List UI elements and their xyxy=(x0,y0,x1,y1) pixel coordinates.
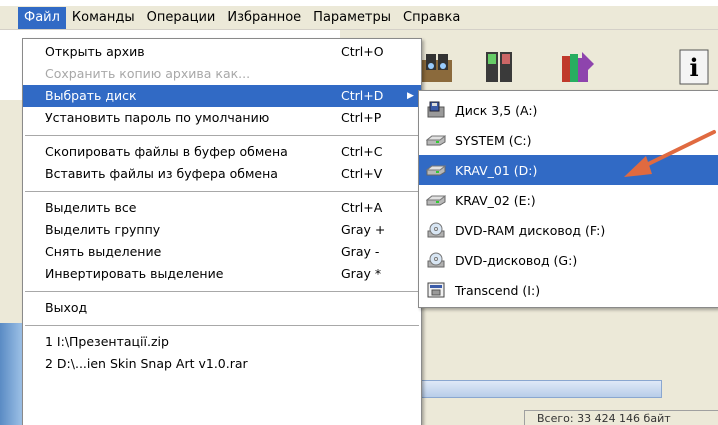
menu-separator xyxy=(25,291,419,292)
menu-file[interactable]: Файл xyxy=(18,6,66,29)
floppy-drive-icon xyxy=(425,101,447,119)
menu-item-set-password[interactable]: Установить пароль по умолчанию Ctrl+P xyxy=(23,107,421,129)
menu-item-label: 2 D:\...ien Skin Snap Art v1.0.rar xyxy=(45,356,248,371)
submenu-arrow-icon: ▶ xyxy=(407,91,414,101)
submenu-item-drive-g[interactable]: DVD-дисковод (G:) xyxy=(419,245,718,275)
submenu-item-label: Диск 3,5 (A:) xyxy=(455,102,538,118)
submenu-item-drive-a[interactable]: Диск 3,5 (A:) xyxy=(419,95,718,125)
svg-text:i: i xyxy=(689,53,698,82)
extract-icon[interactable] xyxy=(418,46,456,86)
menu-item-copy-to-clipboard[interactable]: Скопировать файлы в буфер обмена Ctrl+C xyxy=(23,141,421,163)
menu-item-shortcut: Ctrl+D xyxy=(341,88,384,103)
menu-item-label: Сохранить копию архива как... xyxy=(45,66,251,81)
menu-operations[interactable]: Операции xyxy=(141,7,222,29)
submenu-item-label: KRAV_01 (D:) xyxy=(455,162,538,178)
menu-item-label: Инвертировать выделение xyxy=(45,266,224,281)
menu-options[interactable]: Параметры xyxy=(307,7,397,29)
submenu-item-drive-i[interactable]: Transcend (I:) xyxy=(419,275,718,305)
hard-drive-icon xyxy=(425,161,447,179)
menu-item-invert-selection[interactable]: Инвертировать выделение Gray * xyxy=(23,263,421,285)
menu-item-exit[interactable]: Выход xyxy=(23,297,421,319)
submenu-item-label: Transcend (I:) xyxy=(455,282,541,298)
menu-item-deselect[interactable]: Снять выделение Gray - xyxy=(23,241,421,263)
dvd-drive-icon xyxy=(425,221,447,239)
annotation-arrow-icon xyxy=(624,130,716,177)
menu-item-shortcut: Gray * xyxy=(341,266,382,281)
submenu-item-label: SYSTEM (C:) xyxy=(455,132,532,148)
submenu-item-label: DVD-RAM дисковод (F:) xyxy=(455,222,606,238)
menu-item-label: Выход xyxy=(45,300,88,315)
file-menu: Открыть архив Ctrl+O Сохранить копию арх… xyxy=(22,38,422,425)
submenu-item-label: DVD-дисковод (G:) xyxy=(455,252,578,268)
menu-item-shortcut: Ctrl+C xyxy=(341,144,383,159)
menu-item-open-archive[interactable]: Открыть архив Ctrl+O xyxy=(23,41,421,63)
menu-commands[interactable]: Команды xyxy=(66,7,141,29)
status-bar: Всего: 33 424 146 байт xyxy=(524,410,718,425)
view-icon[interactable] xyxy=(480,46,518,86)
menu-item-select-group[interactable]: Выделить группу Gray + xyxy=(23,219,421,241)
menu-bar: Файл Команды Операции Избранное Параметр… xyxy=(0,0,718,30)
menu-item-paste-from-clipboard[interactable]: Вставить файлы из буфера обмена Ctrl+V xyxy=(23,163,421,185)
menu-item-shortcut: Ctrl+P xyxy=(341,110,382,125)
hard-drive-icon xyxy=(425,191,447,209)
menu-separator xyxy=(25,135,419,136)
menu-item-recent-2[interactable]: 2 D:\...ien Skin Snap Art v1.0.rar xyxy=(23,353,421,375)
dvd-drive-icon xyxy=(425,251,447,269)
menu-item-label: Открыть архив xyxy=(45,44,145,59)
menu-separator xyxy=(25,325,419,326)
menu-item-shortcut: Ctrl+O xyxy=(341,44,384,59)
menu-item-recent-1[interactable]: 1 I:\Презентації.zip xyxy=(23,331,421,353)
submenu-item-drive-f[interactable]: DVD-RAM дисковод (F:) xyxy=(419,215,718,245)
submenu-item-label: KRAV_02 (E:) xyxy=(455,192,536,208)
menu-separator xyxy=(25,191,419,192)
progress-bar xyxy=(390,380,662,398)
menu-item-shortcut: Ctrl+V xyxy=(341,166,383,181)
menu-item-label: 1 I:\Презентації.zip xyxy=(45,334,169,349)
removable-drive-icon xyxy=(425,281,447,299)
menu-item-shortcut: Ctrl+A xyxy=(341,200,383,215)
menu-favorites[interactable]: Избранное xyxy=(221,7,307,29)
menu-item-label: Выделить все xyxy=(45,200,137,215)
menu-item-label: Установить пароль по умолчанию xyxy=(45,110,270,125)
menu-item-shortcut: Gray + xyxy=(341,222,386,237)
menu-item-select-drive[interactable]: Выбрать диск Ctrl+D ▶ xyxy=(23,85,421,107)
hard-drive-icon xyxy=(425,131,447,149)
info-icon[interactable]: i xyxy=(674,46,712,86)
menu-item-label: Снять выделение xyxy=(45,244,162,259)
drive-submenu: Диск 3,5 (A:) SYSTEM (C:) KRAV_01 (D:) K… xyxy=(418,90,718,308)
left-panel xyxy=(0,323,22,425)
archive-books-icon[interactable] xyxy=(558,46,596,86)
menu-item-label: Выделить группу xyxy=(45,222,161,237)
menu-item-label: Скопировать файлы в буфер обмена xyxy=(45,144,288,159)
submenu-item-drive-e[interactable]: KRAV_02 (E:) xyxy=(419,185,718,215)
menu-help[interactable]: Справка xyxy=(397,7,466,29)
menu-item-select-all[interactable]: Выделить все Ctrl+A xyxy=(23,197,421,219)
menu-item-shortcut: Gray - xyxy=(341,244,380,259)
menu-item-save-copy: Сохранить копию архива как... xyxy=(23,63,421,85)
menu-item-label: Вставить файлы из буфера обмена xyxy=(45,166,278,181)
menu-item-label: Выбрать диск xyxy=(45,88,137,103)
